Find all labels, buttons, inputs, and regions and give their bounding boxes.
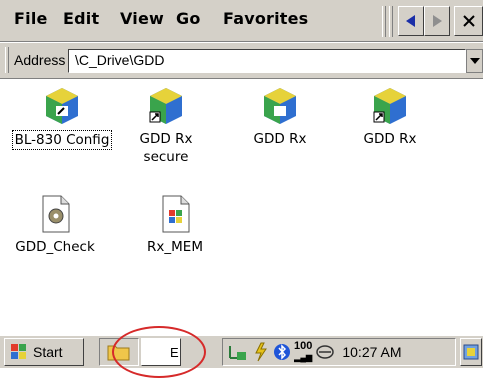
clock[interactable]: 10:27 AM: [342, 344, 401, 360]
file-label: Rx_MEM: [147, 239, 203, 255]
app-icon: [260, 86, 300, 126]
gear-document-icon: [35, 194, 75, 234]
volume-level: 100: [294, 340, 313, 352]
file-item[interactable]: GDD Rx: [225, 86, 335, 148]
file-item[interactable]: Rx_MEM: [120, 194, 230, 256]
file-label: BL-830 Config: [11, 130, 113, 150]
menu-go[interactable]: Go: [176, 9, 201, 33]
menu-edit[interactable]: Edit: [63, 9, 99, 33]
file-label: GDD Rx: [363, 131, 417, 147]
bluetooth-icon[interactable]: [273, 342, 291, 362]
app-shortcut-icon: [370, 86, 410, 126]
back-arrow-icon: [406, 15, 415, 27]
app-shortcut-icon: [146, 86, 186, 126]
windows-flag-icon: [11, 344, 26, 359]
signal-icon: ▂▄▆: [294, 353, 313, 362]
back-button[interactable]: [398, 6, 424, 36]
annotation-circle: [112, 326, 206, 378]
address-input[interactable]: \C_Drive\GDD: [68, 49, 466, 73]
volume-indicator[interactable]: 100 ▂▄▆: [294, 341, 312, 363]
chevron-down-icon: [469, 58, 480, 64]
file-item[interactable]: GDD Rx secure: [111, 86, 221, 166]
file-label: GDD Rx secure: [139, 131, 193, 165]
toolbar-grip[interactable]: [382, 6, 386, 37]
power-plug-icon[interactable]: [227, 342, 249, 362]
address-dropdown-button[interactable]: [466, 49, 483, 73]
show-desktop-button[interactable]: [460, 338, 482, 366]
file-item[interactable]: GDD Rx: [335, 86, 445, 148]
toolbar-grip[interactable]: [389, 6, 393, 37]
start-label: Start: [33, 344, 63, 360]
window-document-icon: [155, 194, 195, 234]
forward-arrow-icon: [433, 15, 442, 27]
start-button[interactable]: Start: [4, 338, 84, 366]
menu-file[interactable]: File: [14, 9, 48, 33]
close-button[interactable]: [454, 6, 483, 36]
file-label: GDD Rx: [253, 131, 307, 147]
file-label: GDD_Check: [15, 239, 95, 255]
menu-view[interactable]: View: [120, 9, 164, 33]
menu-favorites[interactable]: Favorites: [223, 9, 308, 33]
desktop-icon: [463, 344, 479, 360]
file-item[interactable]: BL-830 Config: [7, 86, 117, 150]
address-label: Address: [14, 52, 66, 68]
close-icon: [462, 15, 475, 27]
app-shortcut-icon: [42, 86, 82, 126]
file-item[interactable]: GDD_Check: [0, 194, 110, 256]
address-grip[interactable]: [5, 47, 9, 73]
battery-charging-icon[interactable]: [252, 342, 270, 362]
wireless-icon[interactable]: [315, 342, 335, 362]
system-tray: 100 ▂▄▆ 10:27 AM: [222, 338, 456, 366]
forward-button[interactable]: [424, 6, 450, 36]
